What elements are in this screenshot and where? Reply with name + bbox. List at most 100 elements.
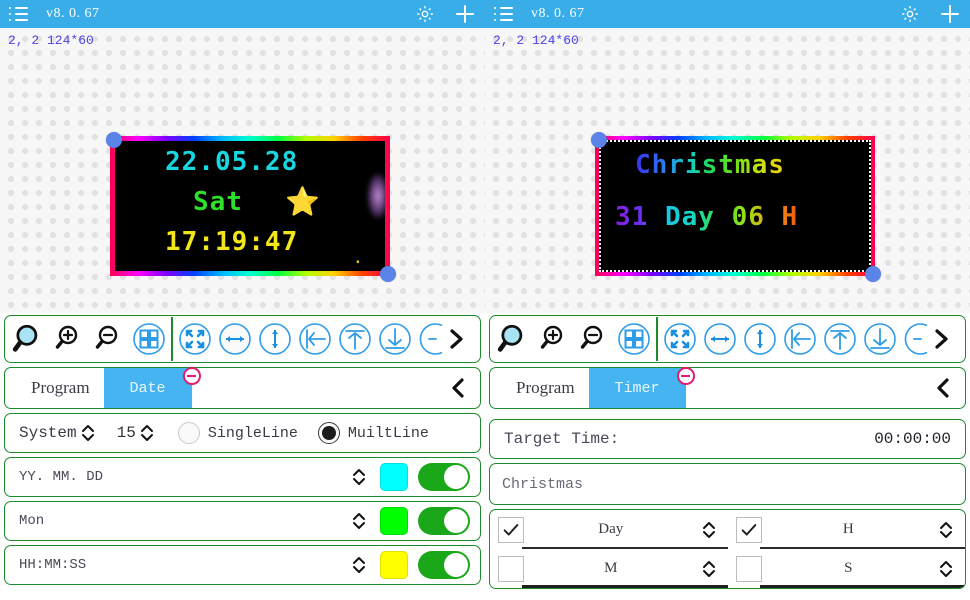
system-value-stepper[interactable] — [136, 420, 158, 446]
unit-cell-second[interactable]: S — [728, 549, 966, 588]
led-line-title: Christmas — [635, 150, 785, 180]
minus-circle-icon[interactable] — [676, 367, 695, 385]
magnifier-icon[interactable] — [494, 319, 534, 359]
tab-date[interactable]: Date — [103, 368, 192, 408]
next-chevron-icon[interactable] — [925, 326, 956, 352]
led-display-right[interactable]: Christmas 31 Day 06 H — [591, 132, 881, 282]
zoom-in-icon[interactable] — [534, 319, 574, 359]
checkbox-second[interactable] — [735, 555, 762, 582]
radio-multiline[interactable]: MuiltLine — [317, 422, 429, 444]
radio-multiline-label: MuiltLine — [347, 424, 429, 442]
fullscreen-expand-icon[interactable] — [660, 319, 700, 359]
align-horizontal-icon[interactable] — [700, 319, 740, 359]
align-top-icon[interactable] — [820, 319, 860, 359]
led-line-time: 17:19:47 — [165, 227, 299, 257]
color-swatch[interactable] — [380, 463, 408, 491]
hamburger-menu-icon[interactable] — [494, 7, 513, 21]
zoom-in-icon[interactable] — [49, 319, 89, 359]
led-board: Christmas 31 Day 06 H — [595, 136, 875, 276]
align-left-icon[interactable] — [295, 319, 335, 359]
align-bottom-icon[interactable] — [860, 319, 900, 359]
system-stepper[interactable] — [77, 420, 99, 446]
format-stepper[interactable] — [348, 464, 370, 490]
led-line-date: 22.05.28 — [165, 147, 299, 177]
minus-circle-icon[interactable] — [182, 367, 201, 385]
align-left-icon[interactable] — [780, 319, 820, 359]
spacer-strip — [485, 409, 970, 415]
led-display-left[interactable]: 22.05.28 Sat ⭐ 17:19:47 . — [106, 132, 396, 282]
dual-pane-app: v8. 0. 67 2, 2 124*60 22.05.28 Sat ⭐ 17:… — [0, 0, 970, 600]
unit-grid-row: Day H — [490, 510, 965, 549]
next-chevron-icon[interactable] — [440, 326, 471, 352]
format-stepper[interactable] — [348, 552, 370, 578]
toolbar-divider — [656, 317, 658, 361]
unit-stepper-day[interactable] — [698, 517, 720, 543]
radio-singleline-input[interactable] — [177, 422, 200, 444]
format-stepper[interactable] — [348, 508, 370, 534]
gear-icon[interactable] — [900, 4, 920, 24]
magnifier-icon[interactable] — [9, 319, 49, 359]
timer-text-input[interactable]: Christmas — [489, 463, 966, 505]
toolbar-left — [4, 315, 481, 363]
tabs-bar-left: Program Date — [4, 367, 481, 409]
canvas-coords-label: 2, 2 124*60 — [8, 33, 94, 48]
system-value: 15 — [116, 424, 136, 442]
format-toggle[interactable] — [418, 463, 470, 491]
unit-cell-minute[interactable]: M — [490, 549, 728, 588]
unit-stepper-minute[interactable] — [698, 556, 720, 582]
tab-program[interactable]: Program — [17, 368, 104, 408]
led-line-weekday: Sat — [193, 187, 243, 217]
grid-layout-icon[interactable] — [129, 319, 169, 359]
zoom-out-icon[interactable] — [89, 319, 129, 359]
unit-label-second: S — [844, 560, 853, 576]
align-top-icon[interactable] — [335, 319, 375, 359]
radio-multiline-input[interactable] — [317, 422, 340, 444]
hamburger-menu-icon[interactable] — [9, 7, 28, 21]
grid-layout-icon[interactable] — [614, 319, 654, 359]
plus-icon[interactable] — [455, 4, 475, 24]
resize-handle-top-left[interactable] — [591, 132, 607, 148]
target-time-value: 00:00:00 — [874, 430, 951, 448]
unit-cell-day[interactable]: Day — [490, 510, 728, 549]
color-swatch[interactable] — [380, 507, 408, 535]
led-dot-artifact: . — [353, 251, 363, 267]
target-time-row[interactable]: Target Time: 00:00:00 — [489, 419, 966, 459]
unit-stepper-second[interactable] — [935, 556, 957, 582]
radio-singleline-label: SingleLine — [207, 424, 298, 442]
plus-icon[interactable] — [940, 4, 960, 24]
zoom-out-icon[interactable] — [574, 319, 614, 359]
unit-grid: Day H M S — [489, 509, 966, 589]
led-canvas-left[interactable]: 2, 2 124*60 22.05.28 Sat ⭐ 17:19:47 . — [0, 28, 485, 313]
led-screen: Christmas 31 Day 06 H — [599, 140, 871, 272]
checkbox-minute[interactable] — [498, 555, 524, 582]
tabs-bar-right: Program Timer — [489, 367, 966, 409]
fullscreen-expand-icon[interactable] — [175, 319, 215, 359]
led-canvas-right[interactable]: 2, 2 124*60 Christmas 31 Day 06 H — [485, 28, 970, 313]
checkbox-day[interactable] — [498, 516, 524, 543]
unit-stepper-hour[interactable] — [935, 517, 957, 543]
checkbox-hour[interactable] — [735, 516, 762, 543]
tab-program[interactable]: Program — [502, 368, 589, 408]
align-vertical-icon[interactable] — [255, 319, 295, 359]
unit-cell-hour[interactable]: H — [728, 510, 966, 549]
led-board: 22.05.28 Sat ⭐ 17:19:47 . — [110, 136, 390, 276]
resize-handle-bottom-right[interactable] — [865, 266, 881, 282]
radio-singleline[interactable]: SingleLine — [177, 422, 298, 444]
format-label: YY. MM. DD — [19, 469, 104, 485]
app-version-label: v8. 0. 67 — [46, 6, 100, 21]
system-label: System — [19, 424, 77, 442]
color-swatch[interactable] — [380, 551, 408, 579]
align-bottom-icon[interactable] — [375, 319, 415, 359]
toolbar-right — [489, 315, 966, 363]
format-toggle[interactable] — [418, 551, 470, 579]
align-vertical-icon[interactable] — [740, 319, 780, 359]
resize-handle-bottom-right[interactable] — [380, 266, 396, 282]
align-horizontal-icon[interactable] — [215, 319, 255, 359]
led-glow-artifact — [367, 173, 385, 219]
tab-timer[interactable]: Timer — [588, 368, 686, 408]
chevron-left-icon[interactable] — [446, 375, 470, 401]
format-toggle[interactable] — [418, 507, 470, 535]
chevron-left-icon[interactable] — [931, 375, 955, 401]
gear-icon[interactable] — [415, 4, 435, 24]
resize-handle-top-left[interactable] — [106, 132, 122, 148]
